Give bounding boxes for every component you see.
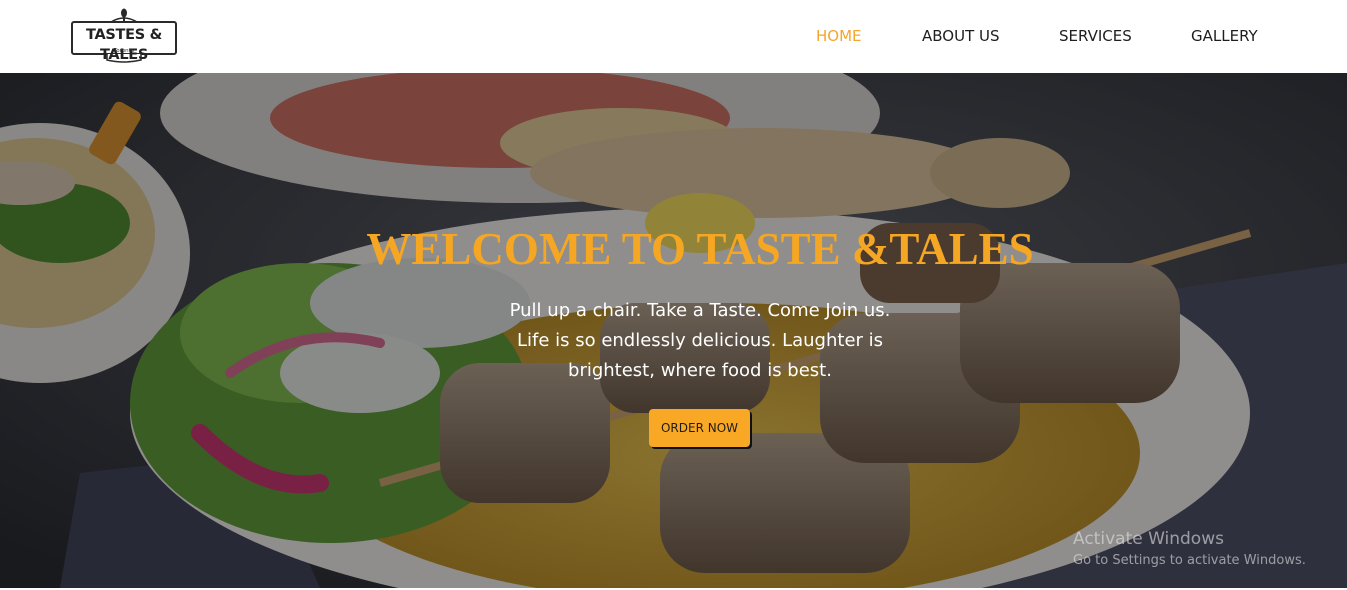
hero-section: WELCOME TO TASTE &TALES Pull up a chair.… [0,73,1347,588]
nav-services-link[interactable]: SERVICES [1059,27,1132,45]
nav-about-link[interactable]: ABOUT US [922,27,1000,45]
tagline-line-3: brightest, where food is best. [568,360,832,381]
windows-activation-watermark: Activate Windows Go to Settings to activ… [1073,529,1306,570]
watermark-subtitle: Go to Settings to activate Windows. [1073,553,1306,568]
nav-home-link[interactable]: HOME [816,27,862,45]
hero-tagline: Pull up a chair. Take a Taste. Come Join… [470,296,930,386]
brand-logo[interactable]: TASTES & TALES Toronto [71,8,179,66]
order-now-button[interactable]: ORDER NOW [649,409,750,447]
watermark-title: Activate Windows [1073,529,1224,549]
logo-city: Toronto [113,48,135,54]
site-header: TASTES & TALES Toronto HOME ABOUT US SER… [0,0,1347,73]
tagline-line-2: Life is so endlessly delicious. Laughter… [516,330,884,351]
tagline-line-1: Pull up a chair. Take a Taste. Come Join… [509,300,891,321]
nav-gallery-link[interactable]: GALLERY [1191,27,1258,45]
hero-title: WELCOME TO TASTE &TALES [366,224,1034,274]
logo-wordmark: TASTES & TALES [86,27,162,63]
